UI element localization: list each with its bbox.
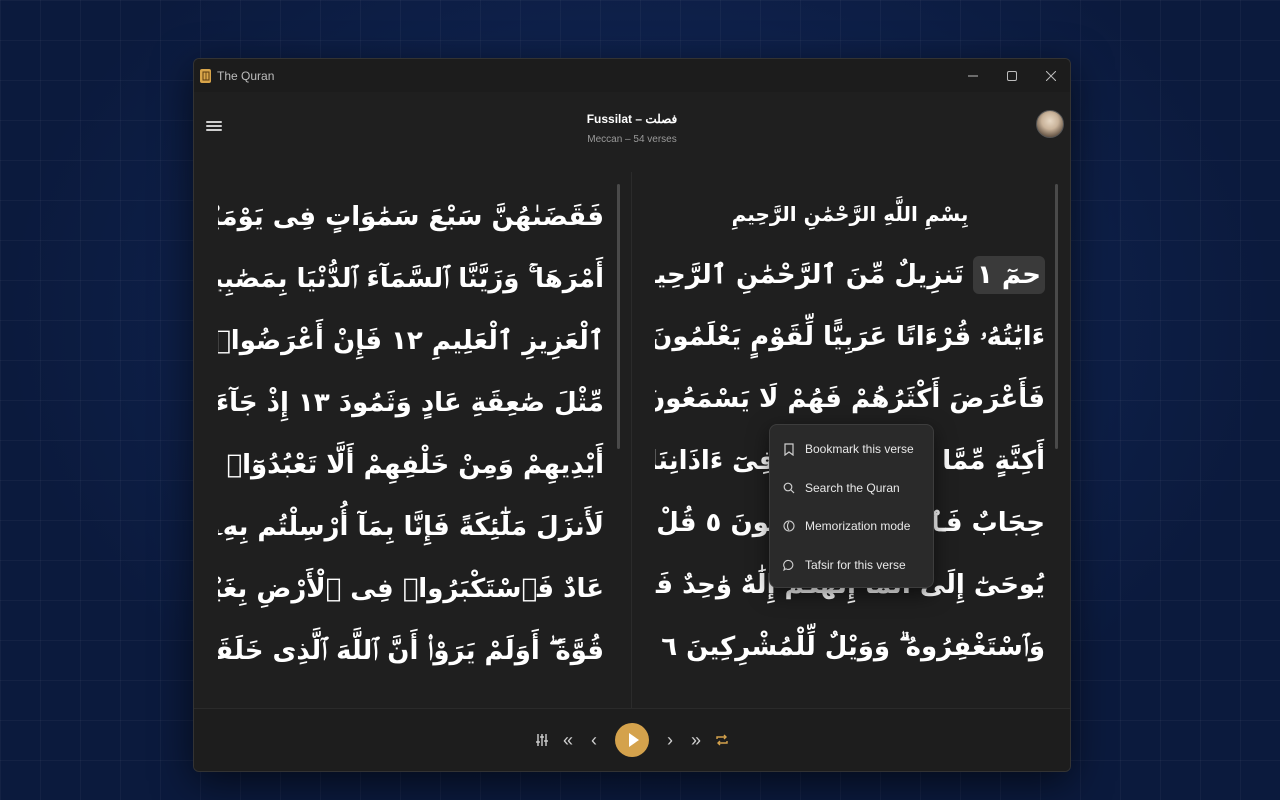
menu-item-label: Memorization mode [805,519,911,534]
surah-info: Meccan – 54 verses [587,134,677,145]
surah-title: Fussilat – فصلت [586,112,678,126]
verse-line[interactable]: لَأَنزَلَ مَلَٰٓئِكَةً فَإِنَّا بِمَآ أُ… [218,496,604,558]
next-icon[interactable]: › [657,727,683,753]
verse-line[interactable]: أَمْرَهَا ۚ وَزَيَّنَّا ٱلسَّمَآءَ ٱلدُّ… [218,248,604,310]
tafsir-item[interactable]: Tafsir for this verse [770,546,933,585]
play-icon [628,733,639,747]
scrollbar-right[interactable] [1055,184,1058,449]
verse-context-menu: Bookmark this verse Search the Quran Mem… [769,424,934,588]
verse-line[interactable]: أَيْدِيهِمْ وَمِنْ خَلْفِهِمْ أَلَّا تَع… [218,434,604,496]
selected-verse[interactable]: حمٓ ١ [972,256,1045,294]
maximize-icon[interactable] [992,59,1031,92]
title-bar[interactable]: The Quran [194,59,1070,92]
verse-text[interactable]: تَنزِيلٌ مِّنَ ٱلرَّحْمَٰنِ ٱلرَّحِيمِ ٢… [655,260,964,290]
memorization-icon [782,519,796,533]
play-button[interactable] [615,723,649,757]
memorization-mode-item[interactable]: Memorization mode [770,507,933,546]
skip-forward-icon[interactable]: » [683,727,709,753]
verse-line[interactable]: ٱلْعَزِيزِ ٱلْعَلِيمِ ١٢ فَإِنْ أَعْرَضُ… [218,310,604,372]
minimize-icon[interactable] [953,59,992,92]
chat-bubble-icon [782,558,796,572]
skip-back-icon[interactable]: « [555,727,581,753]
app-window: The Quran Fussilat – فصلت Meccan – 54 ve… [193,58,1071,772]
verse-line[interactable]: فَقَضَىٰهُنَّ سَبْعَ سَمَٰوَاتٍ فِى يَوْ… [218,186,604,248]
search-quran-item[interactable]: Search the Quran [770,469,933,508]
page-divider [631,172,632,709]
surah-header: Fussilat – فصلت Meccan – 54 verses [194,92,1070,172]
menu-item-label: Search the Quran [805,480,900,495]
mushaf-pages: فَقَضَىٰهُنَّ سَبْعَ سَمَٰوَاتٍ فِى يَوْ… [194,172,1070,709]
bookmark-verse-item[interactable]: Bookmark this verse [770,430,933,469]
reciter-avatar[interactable] [1036,110,1064,138]
verse-line[interactable]: وَٱسْتَغْفِرُوهُ ۗ وَوَيْلٌ لِّلْمُشْرِك… [655,616,1045,678]
audio-player: « ‹ › » [194,708,1070,771]
scrollbar-left[interactable] [617,184,620,449]
basmala: بِسْمِ اللَّهِ الرَّحْمَٰنِ الرَّحِيمِ [731,202,969,226]
verse-line[interactable]: عَادٌ فَٱسْتَكْبَرُوا۟ فِى ٱلْأَرْضِ بِغ… [218,558,604,620]
verse-line[interactable]: مِّثْلَ صَٰعِقَةِ عَادٍ وَثَمُودَ ١٣ إِذ… [218,372,604,434]
search-icon [782,481,796,495]
close-icon[interactable] [1031,59,1070,92]
verse-line[interactable]: ءَايَٰتُهُۥ قُرْءَانًا عَرَبِيًّا لِّقَو… [655,306,1045,368]
bookmark-icon [782,442,796,456]
verse-line[interactable]: قُوَّةً ۖ أَوَلَمْ يَرَوْا۟ أَنَّ ٱللَّه… [218,620,604,682]
repeat-icon[interactable] [709,727,735,753]
page-left[interactable]: فَقَضَىٰهُنَّ سَبْعَ سَمَٰوَاتٍ فِى يَوْ… [218,172,604,709]
window-title: The Quran [217,68,275,83]
window-controls [953,59,1070,92]
menu-item-label: Tafsir for this verse [805,557,906,572]
app-icon [200,68,211,83]
verse-line[interactable]: حمٓ ١ تَنزِيلٌ مِّنَ ٱلرَّحْمَٰنِ ٱلرَّح… [655,244,1045,306]
equalizer-icon[interactable] [529,727,555,753]
menu-item-label: Bookmark this verse [805,442,914,457]
verse-line[interactable]: فَأَعْرَضَ أَكْثَرُهُمْ فَهُمْ لَا يَسْم… [655,368,1045,430]
previous-icon[interactable]: ‹ [581,727,607,753]
